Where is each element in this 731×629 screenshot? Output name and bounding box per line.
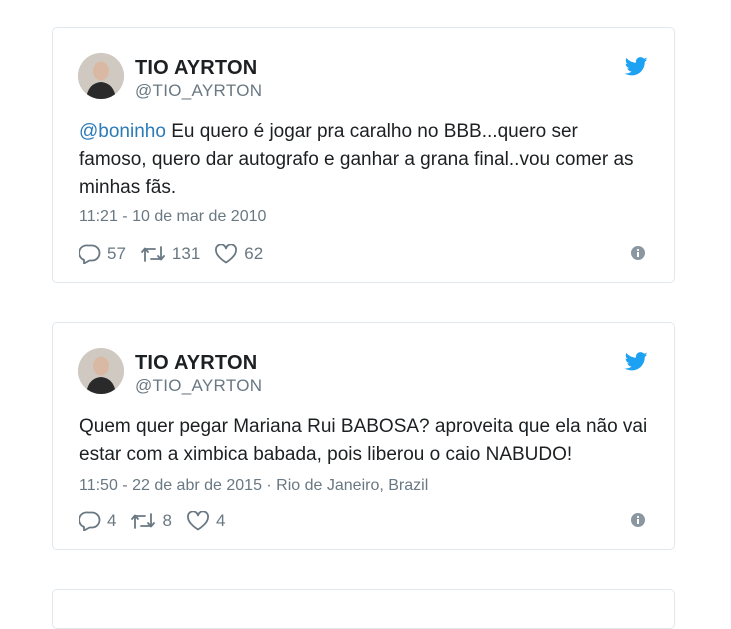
twitter-bird-icon[interactable] [625,57,648,76]
avatar[interactable] [78,348,124,394]
like-button[interactable]: 4 [186,511,225,531]
tweet-actions: 57 131 62 [79,243,277,265]
author-handle[interactable]: @TIO_AYRTON [135,376,262,396]
retweet-icon [141,246,165,262]
tweet-actions: 4 8 4 [79,510,239,532]
mention-link[interactable]: @boninho [79,121,166,142]
retweet-button[interactable]: 8 [130,511,172,531]
tweet-card[interactable]: TIO AYRTON @TIO_AYRTON @boninho Eu quero… [52,27,675,283]
author-handle[interactable]: @TIO_AYRTON [135,81,262,101]
reply-count: 57 [107,244,126,263]
like-count: 4 [215,511,226,530]
tweet-timestamp[interactable]: 11:50 - 22 de abr de 2015 · Rio de Janei… [79,477,428,495]
tweet-text: @boninho Eu quero é jogar pra caralho no… [79,118,648,202]
tweet-card[interactable]: TIO AYRTON @TIO_AYRTON Quem quer pegar M… [52,322,675,550]
author-name[interactable]: TIO AYRTON [135,352,257,375]
reply-icon [79,244,101,264]
retweet-count: 8 [162,511,172,530]
like-count: 62 [244,244,264,263]
heart-icon [186,511,209,531]
retweet-count: 131 [171,244,201,263]
retweet-button[interactable]: 131 [140,244,200,264]
reply-button[interactable]: 4 [79,511,116,531]
reply-count: 4 [107,511,117,530]
reply-button[interactable]: 57 [79,244,126,264]
tweet-text: Quem quer pegar Mariana Rui BABOSA? apro… [79,416,648,465]
author-name[interactable]: TIO AYRTON [135,57,257,80]
info-icon[interactable] [631,513,645,527]
retweet-icon [131,513,156,529]
like-button[interactable]: 62 [214,244,263,264]
twitter-bird-icon[interactable] [625,352,648,371]
tweet-timestamp[interactable]: 11:21 - 10 de mar de 2010 [79,208,266,226]
info-icon[interactable] [631,246,645,260]
reply-icon [79,511,101,531]
avatar[interactable] [78,53,124,99]
tweet-card[interactable] [52,589,675,629]
heart-icon [215,244,238,264]
